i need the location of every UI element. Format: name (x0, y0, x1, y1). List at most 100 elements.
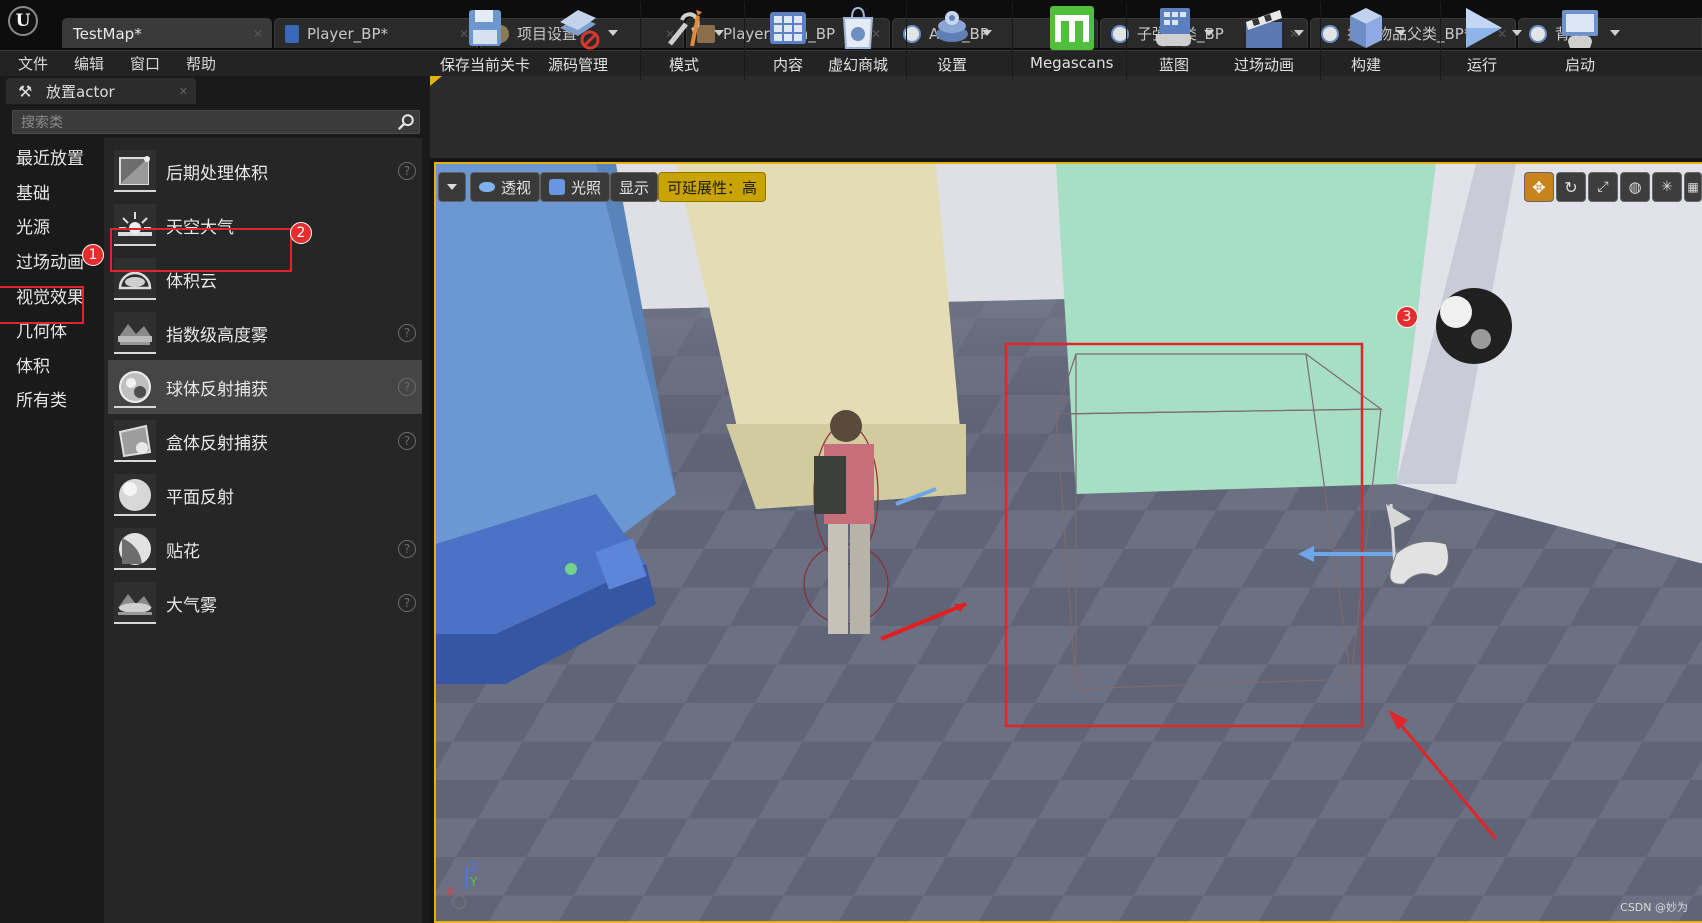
list-item-box-reflection-capture[interactable]: 盒体反射捕获 ? (108, 414, 422, 468)
item-label: 大气雾 (166, 595, 217, 616)
category-all-classes[interactable]: 所有类 (8, 382, 100, 414)
show-flags-button[interactable]: 显示 (610, 172, 659, 202)
transform-tools: ✥ ↻ ⤢ ◍ ✳ ▦ (1524, 172, 1702, 204)
search-input[interactable]: 搜索类 (12, 110, 420, 134)
unreal-logo-icon[interactable]: U (8, 6, 38, 36)
tool-label: 启动 (1564, 56, 1595, 74)
sphere-reflection-icon (114, 366, 156, 408)
planar-reflection-icon (114, 474, 156, 516)
grid-icon: ▦ (1687, 180, 1699, 194)
save-level-button[interactable]: 保存当前关卡 (440, 4, 530, 78)
cinematics-button[interactable]: 过场动画 (1234, 4, 1304, 78)
tab-label: TestMap (73, 24, 135, 43)
tab-close-icon[interactable]: ✕ (253, 27, 263, 41)
launch-icon (1556, 4, 1620, 52)
list-item-post-process-volume[interactable]: 后期处理体积 ? (108, 144, 422, 198)
main-toolbar (430, 76, 1702, 158)
dropdown-arrow-icon[interactable] (1610, 30, 1620, 36)
settings-button[interactable]: 设置 (928, 4, 992, 78)
annotation-badge-1: 1 (82, 244, 104, 266)
category-lights[interactable]: 光源 (8, 209, 100, 241)
search-icon[interactable] (397, 113, 415, 131)
toolbar-separator (1440, 2, 1441, 80)
annotation-badge-2: 2 (290, 222, 312, 244)
toolbar-separator (906, 2, 907, 80)
box-reflection-icon (114, 420, 156, 462)
view-mode-label: 透视 (501, 178, 532, 197)
reflection-capture-sphere[interactable] (1436, 288, 1512, 364)
tool-label: 构建 (1350, 56, 1381, 74)
dropdown-arrow-icon[interactable] (1512, 30, 1522, 36)
lit-sphere-icon (549, 179, 565, 195)
help-icon[interactable]: ? (398, 162, 416, 180)
play-button[interactable]: 运行 (1458, 4, 1522, 78)
grid-snap-toggle[interactable]: ▦ (1684, 172, 1702, 202)
dropdown-arrow-icon[interactable] (714, 30, 724, 36)
modes-button[interactable]: 模式 (660, 4, 724, 78)
move-icon: ✥ (1532, 177, 1546, 197)
tool-label: 内容 (772, 56, 803, 74)
blueprint-sphere-icon (1321, 24, 1339, 43)
build-icon (1342, 4, 1406, 52)
world-local-toggle[interactable]: ◍ (1620, 172, 1650, 202)
level-viewport[interactable]: 透视 光照 显示 可延展性：高 ✥ ↻ ⤢ ◍ ✳ ▦ 3 Z Y X CSDN… (434, 162, 1702, 923)
source-control-button[interactable]: 源码管理 (548, 4, 618, 78)
menu-file[interactable]: 文件 (18, 53, 48, 74)
list-item-planar-reflection[interactable]: 平面反射 (108, 468, 422, 522)
panel-tab-label: 放置actor (46, 82, 115, 101)
play-icon (1458, 4, 1522, 52)
lighting-mode-button[interactable]: 光照 (540, 172, 611, 202)
menu-window[interactable]: 窗口 (130, 53, 160, 74)
marketplace-icon (834, 4, 882, 52)
category-basic[interactable]: 基础 (8, 175, 100, 207)
category-volumes[interactable]: 体积 (8, 348, 100, 380)
globe-icon: ◍ (1628, 178, 1642, 196)
viewport-options-button[interactable] (438, 172, 466, 202)
item-label: 球体反射捕获 (166, 379, 268, 400)
dropdown-arrow-icon[interactable] (1294, 30, 1304, 36)
surface-snap-toggle[interactable]: ✳ (1652, 172, 1682, 202)
tool-label: Megascans (1030, 54, 1114, 72)
menu-help[interactable]: 帮助 (186, 53, 216, 74)
tab-label: Player_BP (307, 24, 381, 43)
tab-testmap[interactable]: TestMap * ✕ (62, 18, 272, 48)
rotate-tool[interactable]: ↻ (1556, 172, 1586, 202)
scalability-warning-button[interactable]: 可延展性：高 (658, 172, 767, 202)
build-button[interactable]: 构建 (1342, 4, 1406, 78)
item-label: 平面反射 (166, 487, 234, 508)
menu-edit[interactable]: 编辑 (74, 53, 104, 74)
dropdown-arrow-icon[interactable] (1204, 30, 1214, 36)
dropdown-arrow-icon[interactable] (1396, 30, 1406, 36)
megascans-button[interactable]: Megascans (1030, 4, 1113, 78)
place-actors-tab[interactable]: ⚒ 放置actor ✕ (6, 78, 196, 104)
list-item-decal[interactable]: 贴花 ? (108, 522, 422, 576)
place-actor-icon: ⚒ (18, 82, 33, 101)
help-icon[interactable]: ? (398, 540, 416, 558)
toolbar-separator (744, 2, 745, 80)
close-icon[interactable]: ✕ (179, 85, 188, 98)
content-button[interactable]: 内容 (764, 4, 812, 78)
lighting-label: 光照 (571, 178, 602, 197)
view-mode-button[interactable]: 透视 (470, 172, 541, 202)
help-icon[interactable]: ? (398, 594, 416, 612)
help-icon[interactable]: ? (398, 324, 416, 342)
dropdown-arrow-icon[interactable] (608, 30, 618, 36)
launch-button[interactable]: 启动 (1556, 4, 1620, 78)
category-recent[interactable]: 最近放置 (8, 140, 100, 172)
help-icon[interactable]: ? (398, 378, 416, 396)
list-item-height-fog[interactable]: 指数级高度雾 ? (108, 306, 422, 360)
scale-tool[interactable]: ⤢ (1588, 172, 1618, 202)
translate-tool[interactable]: ✥ (1524, 172, 1554, 202)
viewport-scene[interactable] (436, 164, 1702, 923)
post-process-volume-icon (114, 150, 156, 192)
list-item-sphere-reflection-capture[interactable]: 球体反射捕获 ? (108, 360, 422, 414)
marketplace-button[interactable]: 虚幻商城 (828, 4, 888, 78)
blueprints-icon (1150, 4, 1214, 52)
scale-icon: ⤢ (1597, 179, 1609, 195)
blueprints-button[interactable]: 蓝图 (1150, 4, 1214, 78)
toolbar-separator (1320, 2, 1321, 80)
help-icon[interactable]: ? (398, 432, 416, 450)
source-control-icon (554, 4, 618, 52)
dropdown-arrow-icon[interactable] (982, 30, 992, 36)
list-item-atmospheric-fog[interactable]: 大气雾 ? (108, 576, 422, 630)
